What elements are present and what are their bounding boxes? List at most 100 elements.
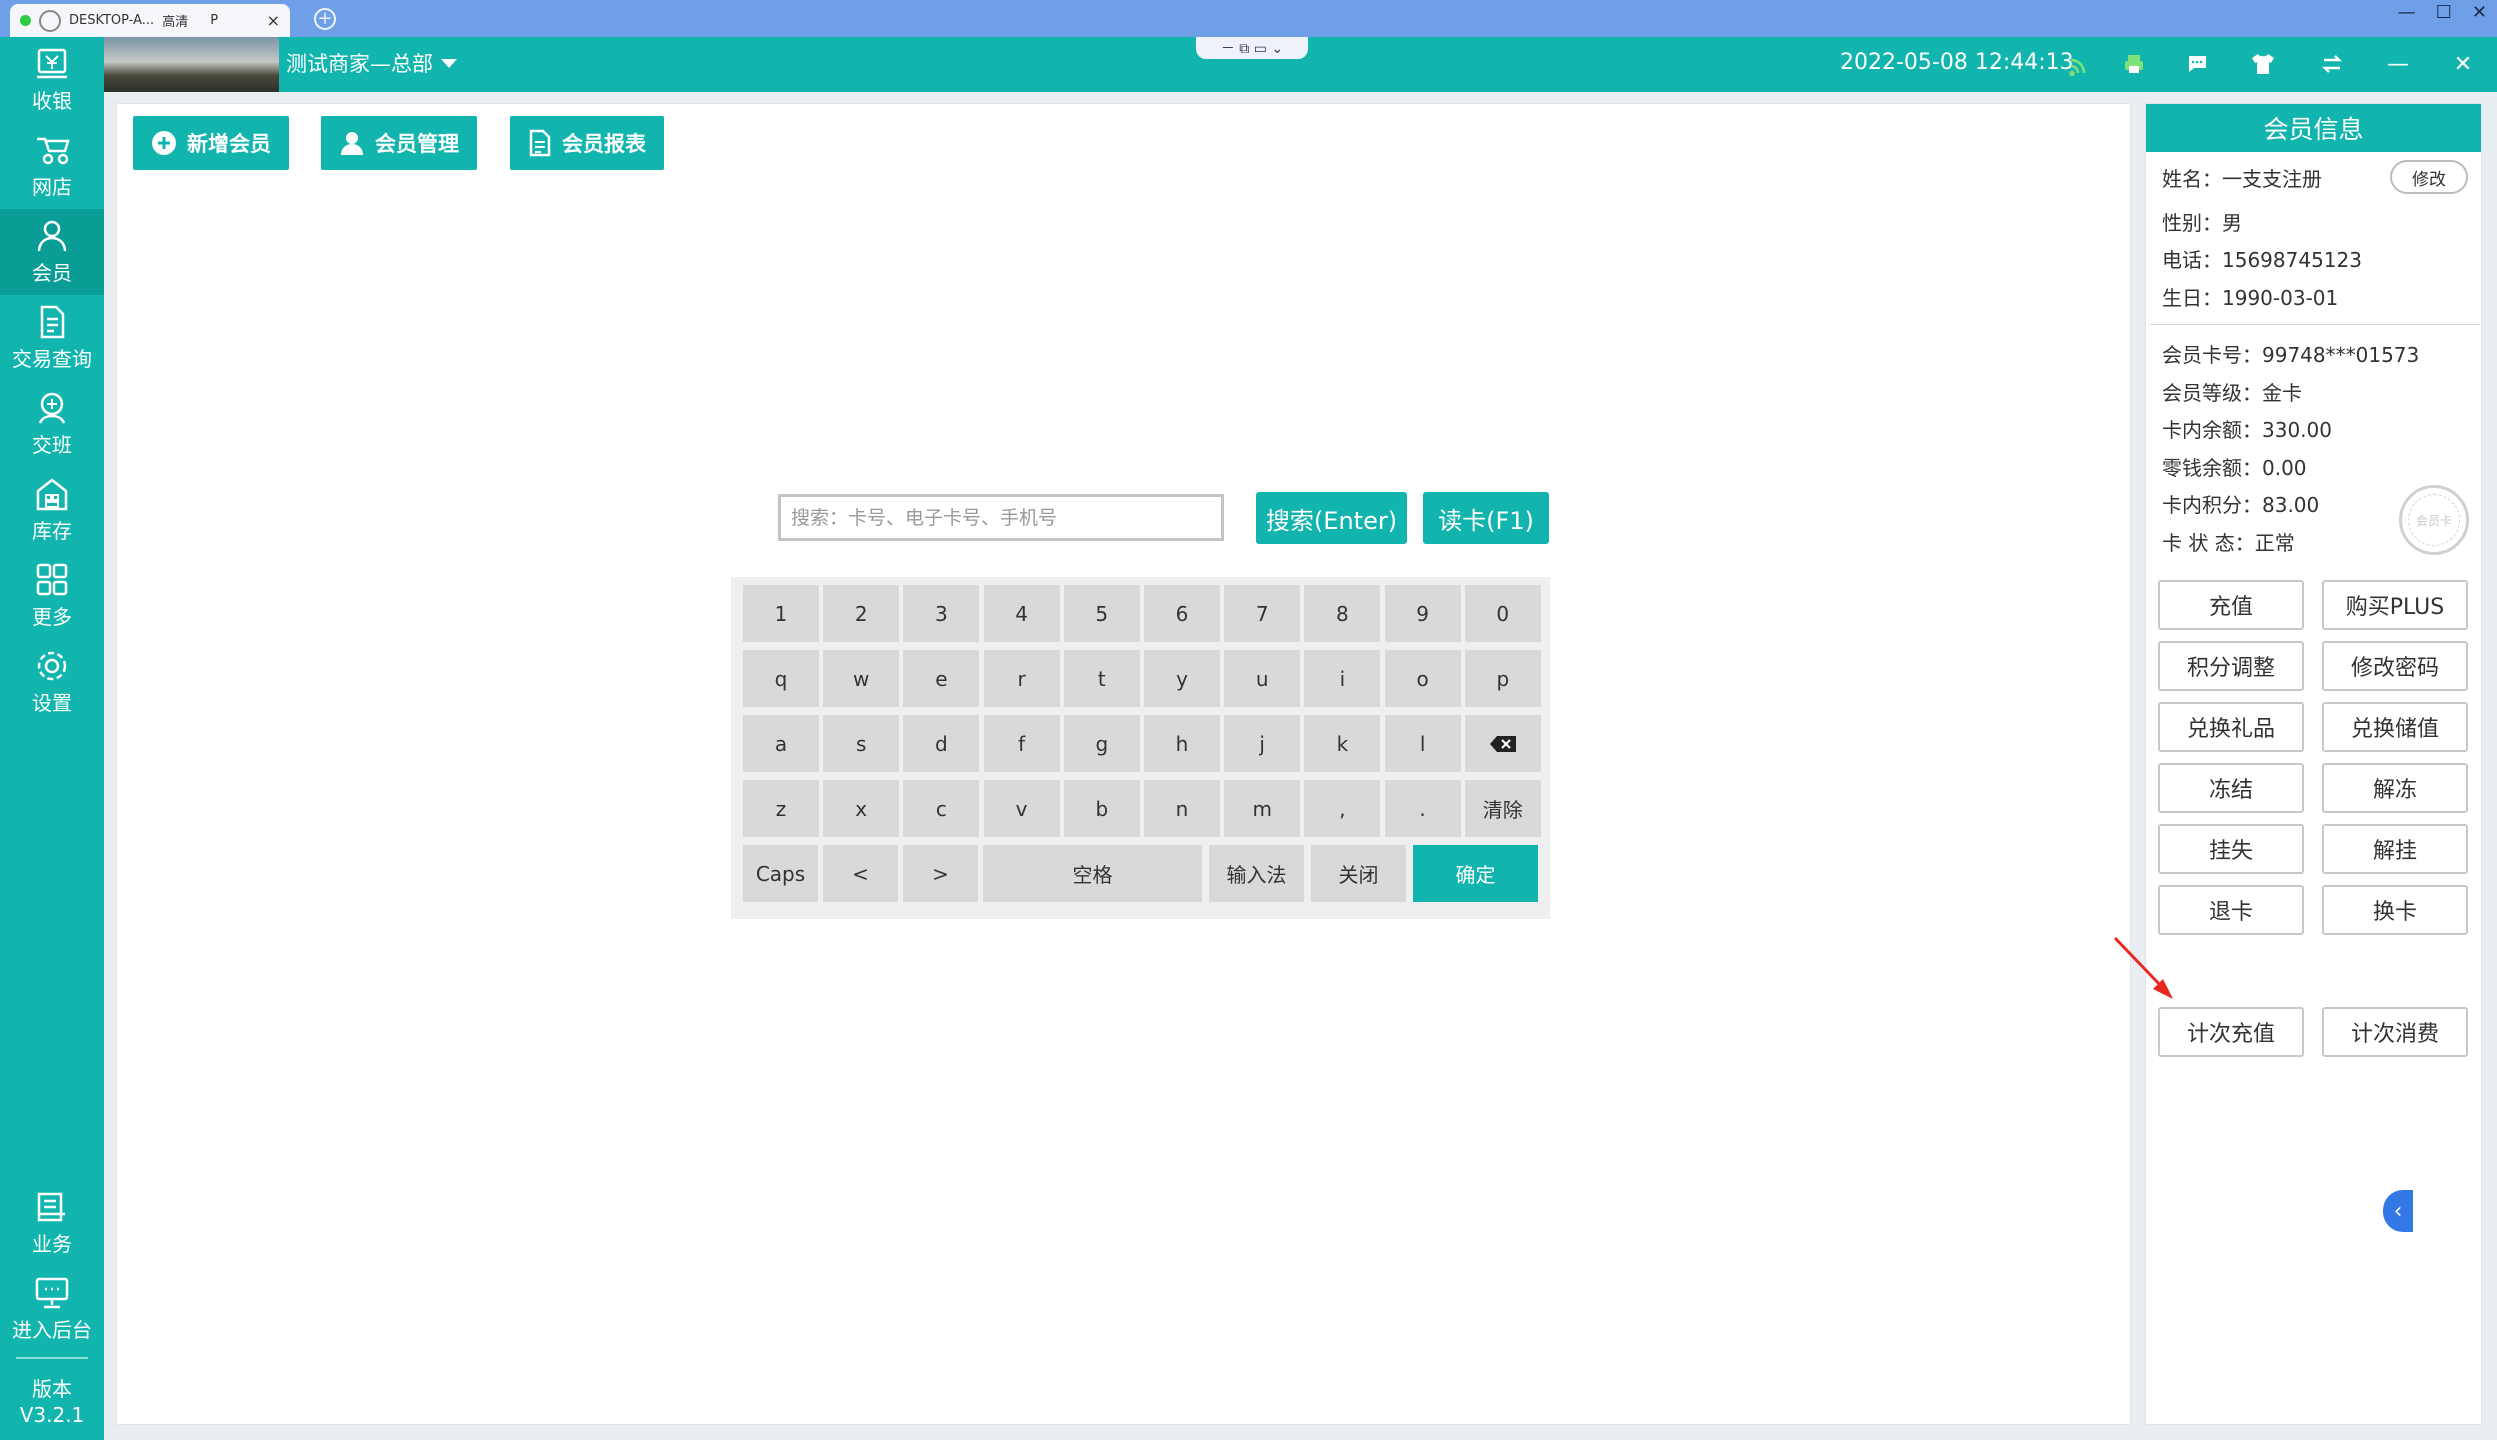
- member-action-button[interactable]: 冻结: [2158, 763, 2304, 813]
- key-4[interactable]: 4: [983, 585, 1060, 642]
- close-keyboard-key[interactable]: 关闭: [1311, 845, 1406, 902]
- key-j[interactable]: j: [1224, 715, 1301, 772]
- shirt-icon[interactable]: [2249, 50, 2277, 78]
- member-action-button[interactable]: 修改密码: [2322, 641, 2468, 691]
- member-action-button[interactable]: 换卡: [2322, 885, 2468, 935]
- key-a[interactable]: a: [743, 715, 819, 772]
- maximize-icon[interactable]: ☐: [2436, 2, 2452, 23]
- add-member-button[interactable]: 新增会员: [133, 116, 289, 170]
- key-y[interactable]: y: [1144, 650, 1220, 707]
- key-period[interactable]: .: [1384, 780, 1461, 837]
- key-6[interactable]: 6: [1144, 585, 1220, 642]
- member-action-button[interactable]: 挂失: [2158, 824, 2304, 874]
- key-0[interactable]: 0: [1464, 585, 1541, 642]
- key-3[interactable]: 3: [903, 585, 980, 642]
- sidebar-item-shift-change[interactable]: 交班: [0, 381, 104, 467]
- key-q[interactable]: q: [743, 650, 819, 707]
- sidebar-item-member[interactable]: 会员: [0, 209, 104, 295]
- member-action-button[interactable]: 充值: [2158, 580, 2304, 630]
- close-icon[interactable]: ✕: [2472, 2, 2487, 23]
- key-w[interactable]: w: [823, 650, 900, 707]
- sidebar-item-inventory[interactable]: 库存: [0, 467, 104, 553]
- member-action-button[interactable]: 兑换储值: [2322, 702, 2468, 752]
- key-u[interactable]: u: [1224, 650, 1301, 707]
- close-icon[interactable]: ×: [267, 11, 280, 30]
- clear-key[interactable]: 清除: [1464, 780, 1541, 837]
- key-x[interactable]: x: [823, 780, 900, 837]
- remote-tab[interactable]: DESKTOP-A... 高清 P ×: [10, 4, 290, 37]
- backspace-key[interactable]: [1464, 715, 1541, 772]
- divider: [2150, 324, 2480, 325]
- collapse-panel-button[interactable]: ‹: [2383, 1190, 2413, 1232]
- minimize-icon[interactable]: —: [2398, 2, 2416, 23]
- ime-key[interactable]: 输入法: [1209, 845, 1304, 902]
- search-button[interactable]: 搜索(Enter): [1256, 492, 1407, 544]
- store-selector[interactable]: 测试商家—总部: [286, 48, 457, 78]
- key-v[interactable]: v: [983, 780, 1060, 837]
- key-d[interactable]: d: [903, 715, 980, 772]
- sidebar-item-cashier[interactable]: 收银: [0, 37, 104, 123]
- search-input[interactable]: [778, 494, 1224, 541]
- cursor-right-key[interactable]: >: [903, 845, 978, 902]
- add-tab-button[interactable]: +: [314, 8, 336, 30]
- caps-key[interactable]: Caps: [743, 845, 818, 902]
- key-1[interactable]: 1: [743, 585, 819, 642]
- member-action-button[interactable]: 兑换礼品: [2158, 702, 2304, 752]
- key-9[interactable]: 9: [1384, 585, 1461, 642]
- key-s[interactable]: s: [823, 715, 900, 772]
- sidebar-item-business[interactable]: 业务: [0, 1180, 104, 1266]
- cursor-left-key[interactable]: <: [823, 845, 898, 902]
- sidebar-item-more[interactable]: 更多: [0, 553, 104, 639]
- version-number: V3.2.1: [19, 1403, 85, 1427]
- member-action-button[interactable]: 解挂: [2322, 824, 2468, 874]
- key-5[interactable]: 5: [1063, 585, 1140, 642]
- read-card-button[interactable]: 读卡(F1): [1423, 492, 1549, 544]
- key-8[interactable]: 8: [1304, 585, 1381, 642]
- key-p[interactable]: p: [1464, 650, 1541, 707]
- member-action-button[interactable]: 积分调整: [2158, 641, 2304, 691]
- key-2[interactable]: 2: [823, 585, 900, 642]
- member-action-button[interactable]: 购买PLUS: [2322, 580, 2468, 630]
- member-manage-button[interactable]: 会员管理: [321, 116, 477, 170]
- key-m[interactable]: m: [1224, 780, 1301, 837]
- inventory-icon: [33, 477, 71, 511]
- remote-mini-toolbar[interactable]: － ⧉ ▭ ⌄: [1196, 37, 1308, 59]
- key-g[interactable]: g: [1063, 715, 1140, 772]
- key-b[interactable]: b: [1063, 780, 1140, 837]
- message-icon[interactable]: [2183, 50, 2211, 78]
- key-k[interactable]: k: [1304, 715, 1381, 772]
- key-i[interactable]: i: [1304, 650, 1381, 707]
- datetime: 2022-05-08 12:44:13: [1840, 50, 2074, 75]
- confirm-key[interactable]: 确定: [1413, 845, 1538, 902]
- key-c[interactable]: c: [903, 780, 980, 837]
- key-z[interactable]: z: [743, 780, 819, 837]
- sidebar-item-backend[interactable]: 进入后台: [0, 1266, 104, 1352]
- switch-icon[interactable]: [2318, 50, 2346, 78]
- key-comma[interactable]: ,: [1304, 780, 1381, 837]
- sidebar-item-settings[interactable]: 设置: [0, 639, 104, 725]
- sidebar-item-label: 收银: [32, 88, 72, 113]
- space-key[interactable]: 空格: [983, 845, 1202, 902]
- key-7[interactable]: 7: [1224, 585, 1301, 642]
- key-l[interactable]: l: [1384, 715, 1461, 772]
- key-t[interactable]: t: [1063, 650, 1140, 707]
- key-e[interactable]: e: [903, 650, 980, 707]
- key-r[interactable]: r: [983, 650, 1060, 707]
- minimize-icon[interactable]: —: [2384, 50, 2412, 78]
- close-icon[interactable]: ✕: [2449, 50, 2477, 78]
- wifi-icon[interactable]: [2066, 50, 2094, 78]
- count-recharge-button[interactable]: 计次充值: [2158, 1007, 2304, 1057]
- sidebar-item-online-store[interactable]: 网店: [0, 123, 104, 209]
- member-action-button[interactable]: 解冻: [2322, 763, 2468, 813]
- count-consume-button[interactable]: 计次消费: [2322, 1007, 2468, 1057]
- key-o[interactable]: o: [1384, 650, 1461, 707]
- key-h[interactable]: h: [1144, 715, 1220, 772]
- key-f[interactable]: f: [983, 715, 1060, 772]
- member-action-button[interactable]: 退卡: [2158, 885, 2304, 935]
- remote-tab-quality[interactable]: 高清: [162, 11, 188, 30]
- edit-member-button[interactable]: 修改: [2390, 160, 2468, 194]
- sidebar-item-transaction-query[interactable]: 交易查询: [0, 295, 104, 381]
- printer-icon[interactable]: [2120, 50, 2148, 78]
- member-report-button[interactable]: 会员报表: [510, 116, 664, 170]
- key-n[interactable]: n: [1144, 780, 1220, 837]
